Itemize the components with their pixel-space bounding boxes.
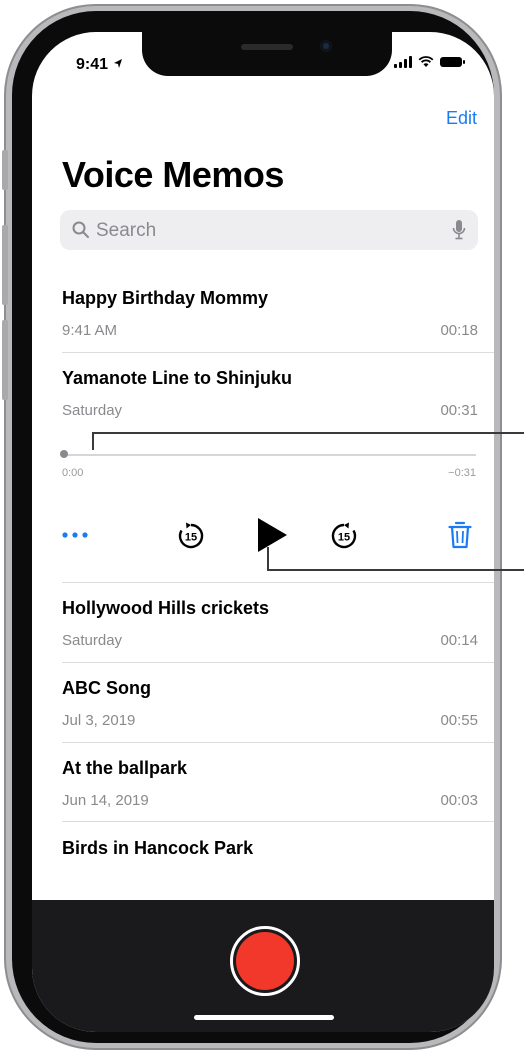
mic-icon[interactable]	[452, 219, 466, 241]
memo-title: Happy Birthday Mommy	[62, 288, 269, 308]
battery-icon	[440, 57, 465, 67]
memo-duration: 00:18	[440, 322, 478, 339]
location-icon	[114, 59, 123, 68]
elapsed-time: 0:00	[62, 467, 84, 479]
record-icon	[236, 932, 294, 990]
record-bar	[32, 900, 494, 1032]
list-item[interactable]: Happy Birthday Mommy 9:41 AM 00:18	[62, 288, 478, 344]
skip-back-seconds: 15	[185, 532, 197, 544]
skip-forward-seconds: 15	[338, 532, 350, 544]
play-icon	[258, 518, 287, 552]
memo-title: ABC Song	[62, 678, 151, 698]
mute-switch	[2, 150, 8, 190]
screen: 9:41 Edit Voice Memos Search Happy Birth…	[32, 32, 494, 1032]
memo-date: 9:41 AM	[62, 322, 118, 339]
callout-line-play-h	[267, 569, 524, 571]
divider	[62, 582, 494, 583]
callout-line-scrubber-h	[92, 432, 524, 434]
record-button[interactable]	[230, 926, 300, 996]
status-icons	[394, 56, 465, 68]
memo-date: Saturday	[62, 402, 123, 419]
speaker	[241, 44, 293, 50]
skip-back-15-icon: 15	[178, 522, 204, 549]
memo-duration: 00:14	[440, 632, 478, 649]
skip-forward-15-icon: 15	[331, 522, 357, 549]
skip-forward-button[interactable]: 15	[328, 520, 360, 552]
memo-date: Jul 3, 2019	[62, 712, 136, 729]
search-input[interactable]: Search	[96, 220, 156, 242]
memo-duration: 00:31	[440, 402, 478, 419]
page-title: Voice Memos	[62, 154, 284, 195]
list-item[interactable]: ABC Song Jul 3, 2019 00:55	[62, 678, 478, 734]
memo-date: Jun 14, 2019	[62, 792, 149, 809]
divider	[62, 742, 494, 743]
playback-scrubber[interactable]	[62, 454, 476, 456]
more-button[interactable]	[60, 525, 90, 545]
memo-title: Hollywood Hills crickets	[62, 598, 270, 618]
callout-line-play	[267, 547, 269, 571]
list-item[interactable]: At the ballpark Jun 14, 2019 00:03	[62, 758, 478, 814]
volume-up-button	[2, 225, 8, 305]
memo-duration: 00:55	[440, 712, 478, 729]
more-icon	[62, 532, 88, 538]
play-button[interactable]	[254, 515, 290, 555]
front-camera	[320, 40, 332, 52]
remaining-time: −0:31	[448, 467, 476, 479]
edit-button[interactable]: Edit	[446, 108, 477, 129]
divider	[62, 821, 494, 822]
wifi-icon	[418, 56, 434, 67]
divider	[62, 662, 494, 663]
memo-title: At the ballpark	[62, 758, 188, 778]
scrubber-handle[interactable]	[60, 450, 68, 458]
memo-title: Yamanote Line to Shinjuku	[62, 368, 293, 388]
home-indicator[interactable]	[194, 1015, 334, 1020]
list-item-expanded[interactable]: Yamanote Line to Shinjuku Saturday 00:31	[62, 368, 478, 424]
memo-duration: 00:03	[440, 792, 478, 809]
skip-back-button[interactable]: 15	[175, 520, 207, 552]
divider	[62, 352, 494, 353]
list-item[interactable]: Hollywood Hills crickets Saturday 00:14	[62, 598, 478, 654]
trash-icon	[448, 521, 472, 549]
memo-date: Saturday	[62, 632, 123, 649]
callout-line-scrubber	[92, 432, 94, 450]
search-bar[interactable]: Search	[60, 210, 478, 250]
volume-down-button	[2, 320, 8, 400]
search-icon	[72, 221, 89, 238]
memo-title: Birds in Hancock Park	[62, 838, 254, 858]
delete-button[interactable]	[446, 519, 474, 551]
status-time: 9:41	[76, 56, 123, 74]
list-item[interactable]: Birds in Hancock Park	[62, 838, 478, 868]
notch	[142, 32, 392, 76]
cellular-signal-icon	[394, 56, 412, 68]
